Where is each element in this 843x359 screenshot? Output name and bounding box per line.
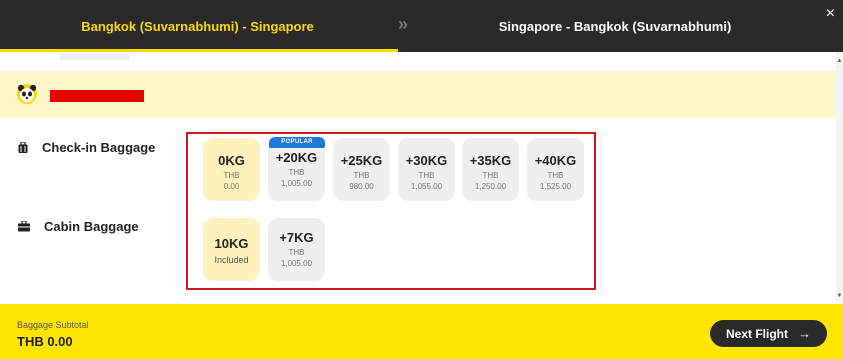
option-weight: +35KG bbox=[469, 153, 512, 168]
option-weight: 0KG bbox=[218, 153, 245, 168]
cabin-option-10kg[interactable]: 10KG Included bbox=[203, 218, 260, 281]
option-weight: +25KG bbox=[340, 153, 383, 168]
cabin-option-7kg[interactable]: +7KG THB 1,005.00 bbox=[268, 218, 325, 281]
option-price: 1,525.00 bbox=[539, 182, 572, 191]
option-currency: THB bbox=[418, 171, 435, 180]
option-price: 1,250.00 bbox=[474, 182, 507, 191]
passenger-name-redacted bbox=[50, 90, 144, 102]
clipped-text bbox=[60, 54, 130, 60]
scroll-up-icon[interactable]: ▲ bbox=[836, 58, 843, 64]
option-weight: +7KG bbox=[279, 230, 314, 245]
scrollbar[interactable] bbox=[836, 52, 843, 303]
checkin-option-25kg[interactable]: +25KG THB 980.00 bbox=[333, 138, 390, 201]
option-weight: +40KG bbox=[534, 153, 577, 168]
briefcase-icon bbox=[18, 221, 30, 232]
panda-avatar-icon bbox=[17, 84, 37, 104]
option-price: 0.00 bbox=[223, 182, 240, 191]
scrolled-content-edge bbox=[0, 52, 843, 70]
tab-outbound-flight[interactable]: Bangkok (Suvarnabhumi) - Singapore bbox=[0, 0, 395, 52]
next-flight-label: Next Flight bbox=[726, 326, 788, 341]
cabin-baggage-label: Cabin Baggage bbox=[18, 219, 139, 234]
option-included-note: Included bbox=[214, 255, 249, 265]
option-currency: THB bbox=[482, 171, 499, 180]
cabin-baggage-text: Cabin Baggage bbox=[44, 219, 139, 234]
option-currency: THB bbox=[288, 248, 305, 257]
checkin-option-35kg[interactable]: +35KG THB 1,250.00 bbox=[462, 138, 519, 201]
option-price: 980.00 bbox=[349, 182, 374, 191]
checkin-option-40kg[interactable]: +40KG THB 1,525.00 bbox=[527, 138, 584, 201]
option-price: 1,055.00 bbox=[410, 182, 443, 191]
checkin-baggage-label: Check-in Baggage bbox=[18, 140, 155, 155]
arrow-right-icon: → bbox=[798, 326, 811, 341]
double-chevron-icon: » bbox=[398, 14, 408, 34]
next-flight-button[interactable]: Next Flight → bbox=[710, 320, 827, 347]
tab-return-flight[interactable]: Singapore - Bangkok (Suvarnabhumi) bbox=[430, 0, 800, 52]
flight-header: Bangkok (Suvarnabhumi) - Singapore » Sin… bbox=[0, 0, 843, 52]
option-currency: THB bbox=[223, 171, 240, 180]
option-currency: THB bbox=[353, 171, 370, 180]
checkin-option-20kg[interactable]: POPULAR +20KG THB 1,005.00 bbox=[268, 137, 325, 201]
option-currency: THB bbox=[547, 171, 564, 180]
scroll-down-icon[interactable]: ▼ bbox=[836, 293, 843, 299]
checkin-option-0kg[interactable]: 0KG THB 0.00 bbox=[203, 138, 260, 201]
option-weight: 10KG bbox=[214, 236, 249, 251]
option-price: 1,005.00 bbox=[280, 259, 313, 268]
footer-bar: Baggage Subtotal THB 0.00 Next Flight → bbox=[0, 304, 843, 359]
passenger-banner bbox=[0, 71, 836, 118]
option-currency: THB bbox=[288, 168, 305, 177]
option-weight: +30KG bbox=[405, 153, 448, 168]
option-price: 1,005.00 bbox=[280, 179, 313, 188]
checkin-baggage-text: Check-in Baggage bbox=[42, 140, 156, 155]
close-icon[interactable]: × bbox=[826, 6, 835, 22]
baggage-subtotal-value: THB 0.00 bbox=[17, 334, 73, 349]
baggage-subtotal-label: Baggage Subtotal bbox=[17, 320, 89, 330]
popular-badge: POPULAR bbox=[269, 137, 325, 148]
checkin-option-30kg[interactable]: +30KG THB 1,055.00 bbox=[398, 138, 455, 201]
suitcase-icon bbox=[18, 141, 28, 153]
option-weight: +20KG bbox=[275, 150, 318, 165]
